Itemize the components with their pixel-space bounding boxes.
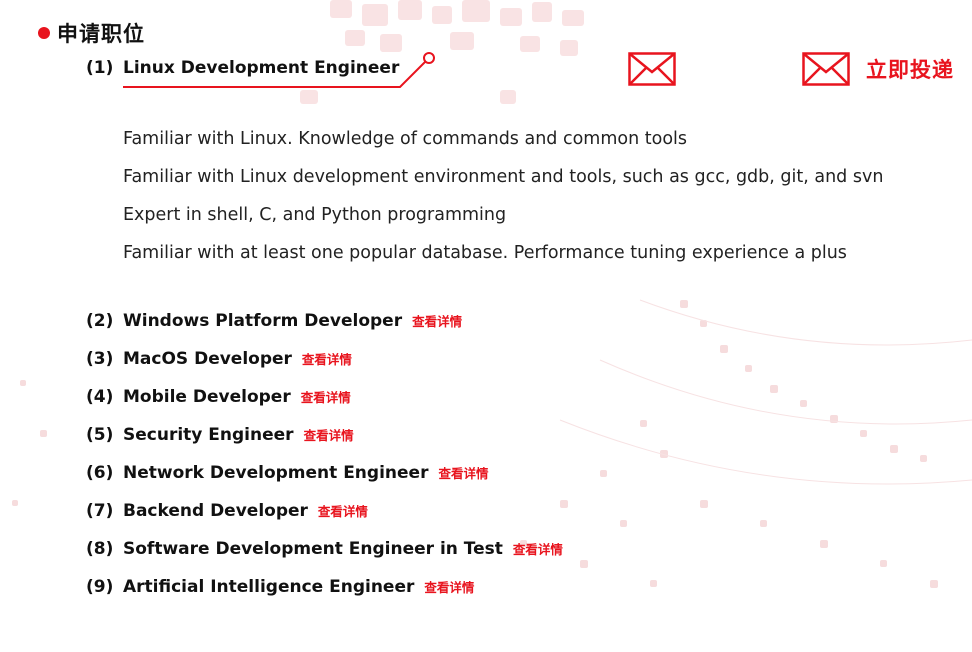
apply-now-button[interactable]: 立即投递 <box>802 52 954 86</box>
section-header: 申请职位 <box>38 18 145 48</box>
view-details-link[interactable]: 查看详情 <box>301 387 351 406</box>
view-details-link[interactable]: 查看详情 <box>438 463 488 482</box>
job-title: Backend Developer <box>123 501 308 521</box>
job-number: (9) <box>86 577 114 597</box>
apply-now-label: 立即投递 <box>866 58 954 82</box>
job-number: (7) <box>86 501 114 521</box>
requirement-item: Familiar with Linux development environm… <box>123 167 884 187</box>
job-number: (5) <box>86 425 114 445</box>
job-title: MacOS Developer <box>123 349 292 369</box>
red-dot-icon <box>38 27 50 39</box>
view-details-link[interactable]: 查看详情 <box>513 539 563 558</box>
view-details-link[interactable]: 查看详情 <box>318 501 368 520</box>
job-list: (2) Windows Platform Developer 查看详情 (3) … <box>86 311 563 615</box>
job-title: Mobile Developer <box>123 387 291 407</box>
job-number: (8) <box>86 539 114 559</box>
job-item: (7) Backend Developer 查看详情 <box>86 501 563 539</box>
requirement-item: Familiar with Linux. Knowledge of comman… <box>123 129 688 149</box>
job-title: Software Development Engineer in Test <box>123 539 503 559</box>
job-title: Windows Platform Developer <box>123 311 403 331</box>
job-item: (9) Artificial Intelligence Engineer 查看详… <box>86 577 563 615</box>
requirements-list: Familiar with Linux. Knowledge of comman… <box>123 127 883 279</box>
mail-icon[interactable] <box>628 52 676 86</box>
job-title: Network Development Engineer <box>123 463 429 483</box>
view-details-link[interactable]: 查看详情 <box>302 349 352 368</box>
view-details-link[interactable]: 查看详情 <box>412 311 462 330</box>
requirement-item: Expert in shell, C, and Python programmi… <box>123 205 507 225</box>
mail-icon <box>802 52 850 86</box>
job-title: Artificial Intelligence Engineer <box>123 577 415 597</box>
requirement-item: Familiar with at least one popular datab… <box>123 243 847 263</box>
job-number: (1) <box>86 58 114 78</box>
job-item: (4) Mobile Developer 查看详情 <box>86 387 563 425</box>
job-number: (2) <box>86 311 114 331</box>
view-details-link[interactable]: 查看详情 <box>304 425 354 444</box>
job-title: Security Engineer <box>123 425 294 445</box>
job-item: (5) Security Engineer 查看详情 <box>86 425 563 463</box>
job-item: (2) Windows Platform Developer 查看详情 <box>86 311 563 349</box>
view-details-link[interactable]: 查看详情 <box>424 577 474 596</box>
section-title: 申请职位 <box>57 22 145 46</box>
job-number: (6) <box>86 463 114 483</box>
job-item: (8) Software Development Engineer in Tes… <box>86 539 563 577</box>
active-job[interactable]: (1) Linux Development Engineer <box>86 58 399 78</box>
job-number: (3) <box>86 349 114 369</box>
job-application-panel: 申请职位 (1) Linux Development Engineer 立即投递… <box>0 0 972 652</box>
job-item: (6) Network Development Engineer 查看详情 <box>86 463 563 501</box>
job-number: (4) <box>86 387 114 407</box>
job-item: (3) MacOS Developer 查看详情 <box>86 349 563 387</box>
job-title: Linux Development Engineer <box>123 58 400 78</box>
